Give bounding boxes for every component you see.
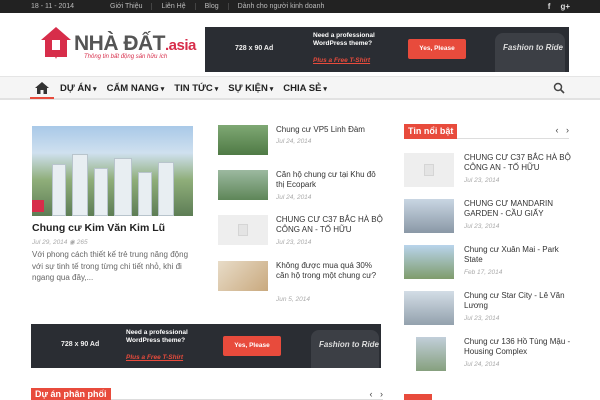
list-item: Căn hộ chung cư tại Khu đô thị Ecopark J…: [218, 170, 388, 210]
category-badge[interactable]: [32, 200, 44, 212]
post-title[interactable]: Chung cư Star City - Lê Văn Lương: [464, 291, 574, 312]
post-thumbnail[interactable]: [404, 291, 454, 325]
logo-text: NHÀ ĐẤT.asia: [74, 32, 196, 55]
facebook-icon[interactable]: f: [548, 2, 551, 11]
post-title[interactable]: Căn hộ chung cư tại Khu đô thị Ecopark: [276, 170, 386, 191]
main-nav: DỰ ÁN CẨM NANG TIN TỨC SỰ KIỆN CHIA SẺ: [0, 76, 600, 100]
ad-plus-text: Plus a Free T-Shirt: [126, 354, 184, 361]
post-date: Jul 24, 2014: [276, 194, 312, 201]
top-menu: Giới Thiệu Liên Hệ Blog Dành cho người k…: [110, 3, 333, 10]
post-title[interactable]: Không được mua quá 30% căn hộ trong một …: [276, 261, 386, 282]
featured-excerpt: Với phong cách thiết kế trẻ trung năng đ…: [32, 250, 189, 283]
image-placeholder-icon: [238, 224, 248, 236]
post-thumbnail[interactable]: [218, 170, 268, 200]
post-date: Jul 23, 2014: [464, 223, 500, 230]
chevron-left-icon[interactable]: ‹: [369, 389, 372, 399]
post-title[interactable]: Chung cư VP5 Linh Đàm: [276, 125, 386, 135]
nav-tin-tuc[interactable]: TIN TỨC: [174, 83, 218, 94]
post-thumbnail[interactable]: [416, 337, 446, 371]
post-thumbnail[interactable]: [404, 245, 454, 279]
sidebar-heading: Tin nổi bật: [404, 124, 458, 139]
house-logo-icon: [41, 27, 71, 59]
eye-icon: ◉: [69, 239, 75, 246]
post-date: Jul 24, 2014: [464, 361, 500, 368]
image-placeholder-icon: [424, 164, 434, 176]
section-heading: Dự án phân phối: [31, 388, 111, 400]
sidebar-heading-bar-2: [404, 394, 569, 400]
post-date: Jul 23, 2014: [464, 177, 500, 184]
ad-size-label: 728 x 90 Ad: [61, 341, 100, 348]
google-plus-icon[interactable]: g+: [560, 2, 570, 11]
nav-chia-se[interactable]: CHIA SẺ: [283, 83, 327, 94]
current-date: 18 - 11 - 2014: [31, 3, 75, 10]
site-logo[interactable]: NHÀ ĐẤT.asia Thông tin bất động sản hữu …: [40, 26, 210, 66]
ad-headline: Need a professional WordPress theme?: [126, 329, 188, 345]
post-title[interactable]: Chung cư Xuân Mai - Park State: [464, 245, 574, 266]
post-date: Jun 5, 2014: [276, 296, 310, 303]
home-icon[interactable]: [30, 77, 54, 99]
featured-views: 265: [76, 239, 88, 246]
list-item: CHUNG CƯ MANDARIN GARDEN - CẦU GIẤY Jul …: [404, 199, 574, 239]
logo-tagline: Thông tin bất động sản hữu ích: [84, 54, 168, 60]
chevron-left-icon[interactable]: ‹: [555, 125, 558, 135]
ad-cta-button[interactable]: Yes, Please: [408, 39, 466, 59]
post-date: Feb 17, 2014: [464, 269, 503, 276]
post-date: Jul 23, 2014: [464, 315, 500, 322]
post-title[interactable]: CHUNG CƯ MANDARIN GARDEN - CẦU GIẤY: [464, 199, 574, 220]
tshirt-image: Fashion to Ride: [311, 330, 379, 368]
carousel-arrows: ‹ ›: [555, 125, 569, 135]
top-bar: 18 - 11 - 2014 Giới Thiệu Liên Hệ Blog D…: [0, 0, 600, 13]
post-date: Jul 23, 2014: [276, 239, 312, 246]
top-menu-gioi-thieu[interactable]: Giới Thiệu: [110, 3, 151, 10]
social-links: f g+: [548, 2, 570, 11]
featured-meta: Jul 29, 2014 ◉ 265: [32, 238, 88, 246]
list-item: Chung cư Star City - Lê Văn Lương Jul 23…: [404, 291, 574, 331]
post-title[interactable]: CHUNG CƯ C37 BẮC HÀ BỘ CÔNG AN - TỐ HỮU: [276, 215, 386, 236]
nav-cam-nang[interactable]: CẨM NANG: [107, 83, 165, 94]
featured-date: Jul 29, 2014: [32, 239, 68, 246]
sidebar-heading-bar: Tin nổi bật ‹ ›: [404, 124, 569, 139]
section-heading-bar: Dự án phân phối ‹ ›: [31, 388, 383, 400]
featured-image[interactable]: [32, 126, 193, 216]
post-thumbnail[interactable]: [404, 153, 454, 187]
carousel-arrows: ‹ ›: [369, 389, 383, 399]
list-item: Không được mua quá 30% căn hộ trong một …: [218, 261, 388, 306]
post-thumbnail[interactable]: [218, 261, 268, 291]
nav-su-kien[interactable]: SỰ KIỆN: [228, 83, 273, 94]
post-thumbnail[interactable]: [218, 125, 268, 155]
search-icon[interactable]: [553, 82, 565, 94]
ad-plus-text: Plus a Free T-Shirt: [313, 57, 371, 64]
nav-du-an[interactable]: DỰ ÁN: [60, 83, 97, 94]
header-ad-banner[interactable]: 728 x 90 Ad Need a professional WordPres…: [205, 27, 569, 72]
post-title[interactable]: Chung cư 136 Hồ Tùng Mậu - Housing Compl…: [464, 337, 574, 358]
list-item: Chung cư VP5 Linh Đàm Jul 24, 2014: [218, 125, 388, 165]
top-menu-blog[interactable]: Blog: [194, 3, 228, 10]
ad-size-label: 728 x 90 Ad: [235, 45, 274, 52]
list-item: Chung cư Xuân Mai - Park State Feb 17, 2…: [404, 245, 574, 285]
featured-title[interactable]: Chung cư Kim Văn Kim Lũ: [32, 222, 165, 234]
ad-cta-button[interactable]: Yes, Please: [223, 336, 281, 356]
post-date: Jul 24, 2014: [276, 138, 312, 145]
chevron-right-icon[interactable]: ›: [380, 389, 383, 399]
list-item: Chung cư 136 Hồ Tùng Mậu - Housing Compl…: [404, 337, 574, 377]
top-menu-kinh-doanh[interactable]: Dành cho người kinh doanh: [227, 3, 334, 10]
list-item: CHUNG CƯ C37 BẮC HÀ BỘ CÔNG AN - TỐ HỮU …: [404, 153, 574, 193]
top-menu-lien-he[interactable]: Liên Hệ: [151, 3, 194, 10]
chevron-right-icon[interactable]: ›: [566, 125, 569, 135]
post-thumbnail[interactable]: [404, 199, 454, 233]
post-thumbnail[interactable]: [218, 215, 268, 245]
sidebar-heading-2: [404, 394, 432, 400]
list-item: CHUNG CƯ C37 BẮC HÀ BỘ CÔNG AN - TỐ HỮU …: [218, 215, 388, 255]
content-ad-banner[interactable]: 728 x 90 Ad Need a professional WordPres…: [31, 324, 381, 368]
ad-headline: Need a professional WordPress theme?: [313, 32, 375, 48]
post-title[interactable]: CHUNG CƯ C37 BẮC HÀ BỘ CÔNG AN - TỐ HỮU: [464, 153, 574, 174]
tshirt-image: Fashion to Ride: [495, 33, 565, 72]
